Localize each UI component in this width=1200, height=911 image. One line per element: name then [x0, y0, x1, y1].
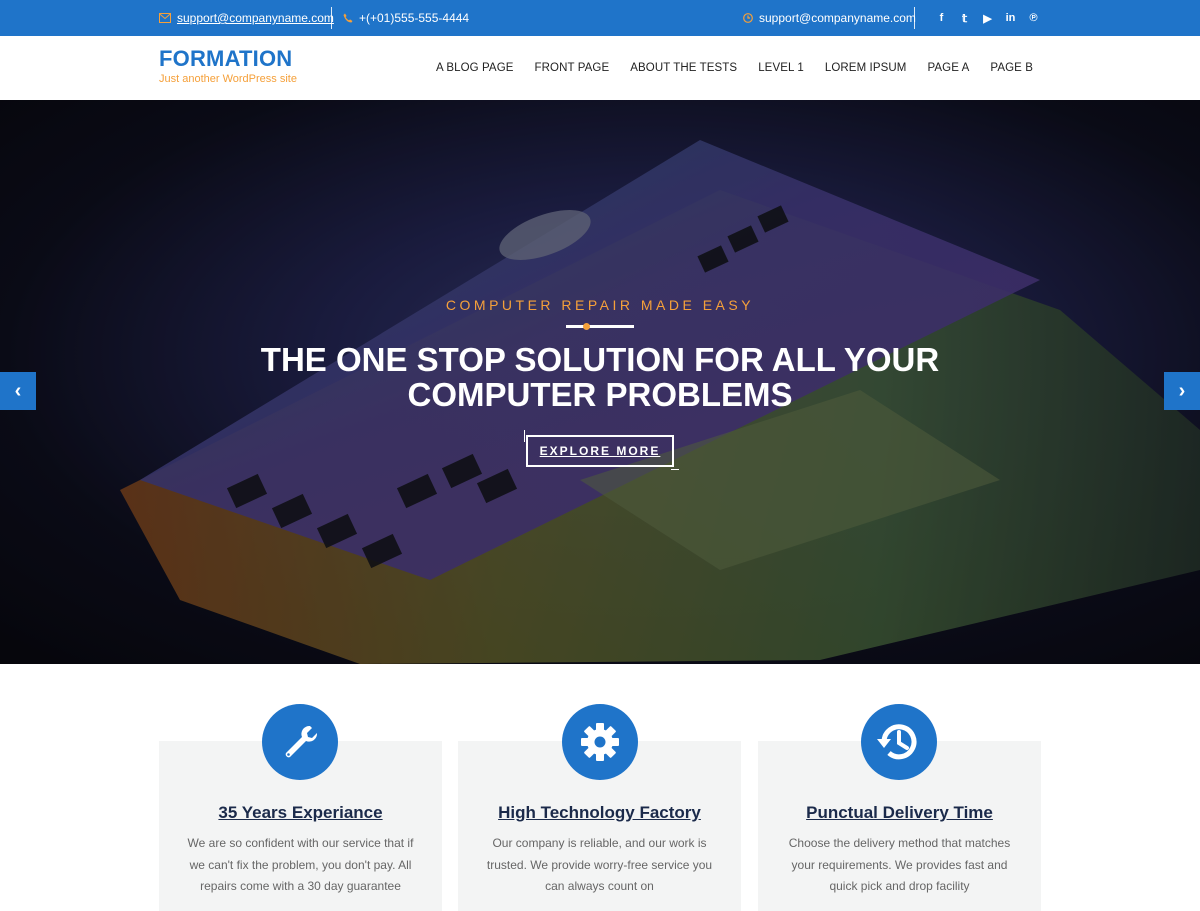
slider-next-button[interactable]: › — [1164, 372, 1200, 410]
feature-title[interactable]: 35 Years Experiance — [159, 803, 442, 823]
main-nav: A BLOG PAGE FRONT PAGE ABOUT THE TESTS L… — [436, 36, 1033, 100]
topbar-email[interactable]: support@companyname.com — [159, 0, 334, 36]
topbar-phone[interactable]: +(+01)555-555-4444 — [343, 0, 469, 36]
history-icon — [861, 704, 937, 780]
feature-title[interactable]: High Technology Factory — [458, 803, 741, 823]
twitter-icon[interactable]: 𝕥 — [953, 12, 976, 25]
explore-more-button[interactable]: EXPLORE MORE — [526, 435, 674, 467]
nav-item-about-the-tests[interactable]: ABOUT THE TESTS — [630, 62, 737, 74]
linkedin-icon[interactable]: in — [999, 12, 1022, 24]
hero-title: THE ONE STOP SOLUTION FOR ALL YOUR COMPU… — [260, 341, 940, 413]
youtube-icon[interactable]: ▶ — [976, 12, 999, 25]
slider-prev-button[interactable]: ‹ — [0, 372, 36, 410]
nav-item-lorem-ipsum[interactable]: LOREM IPSUM — [825, 62, 907, 74]
site-title[interactable]: FORMATION — [159, 46, 292, 72]
clock-icon — [743, 13, 753, 23]
topbar-email-right-text[interactable]: support@companyname.com — [759, 11, 916, 25]
chevron-right-icon: › — [1178, 379, 1186, 402]
feature-text: We are so confident with our service tha… — [187, 836, 414, 893]
topbar-divider-right — [914, 7, 915, 29]
chevron-left-icon: ‹ — [14, 379, 22, 402]
site-tagline: Just another WordPress site — [159, 73, 297, 85]
nav-item-page-a[interactable]: PAGE A — [927, 62, 969, 74]
topbar-phone-text[interactable]: +(+01)555-555-4444 — [359, 11, 469, 25]
button-decoration-line — [524, 430, 525, 442]
gear-icon — [562, 704, 638, 780]
nav-item-level-1[interactable]: LEVEL 1 — [758, 62, 804, 74]
feature-text: Our company is reliable, and our work is… — [486, 836, 713, 893]
nav-item-blog-page[interactable]: A BLOG PAGE — [436, 62, 514, 74]
nav-item-front-page[interactable]: FRONT PAGE — [535, 62, 610, 74]
wrench-icon — [262, 704, 338, 780]
top-bar: support@companyname.com +(+01)555-555-44… — [0, 0, 1200, 36]
hero-subtitle: COMPUTER REPAIR MADE EASY — [445, 297, 755, 313]
topbar-divider — [331, 7, 332, 29]
hero-divider-dot — [583, 323, 590, 330]
hero-slider: COMPUTER REPAIR MADE EASY THE ONE STOP S… — [0, 100, 1200, 664]
phone-icon — [343, 13, 353, 23]
feature-title[interactable]: Punctual Delivery Time — [758, 803, 1041, 823]
site-header: FORMATION Just another WordPress site A … — [0, 36, 1200, 100]
topbar-email-link[interactable]: support@companyname.com — [177, 11, 334, 25]
nav-item-page-b[interactable]: PAGE B — [990, 62, 1033, 74]
button-decoration-line-h — [671, 469, 679, 470]
topbar-email-right[interactable]: support@companyname.com — [743, 0, 916, 36]
feature-text: Choose the delivery method that matches … — [788, 836, 1011, 893]
facebook-icon[interactable]: f — [930, 12, 953, 24]
envelope-icon — [159, 13, 171, 23]
social-links: f 𝕥 ▶ in ℗ — [930, 0, 1045, 36]
pinterest-icon[interactable]: ℗ — [1022, 12, 1045, 24]
hero-divider — [566, 325, 634, 328]
features-section: 35 Years Experiance We are so confident … — [0, 664, 1200, 911]
